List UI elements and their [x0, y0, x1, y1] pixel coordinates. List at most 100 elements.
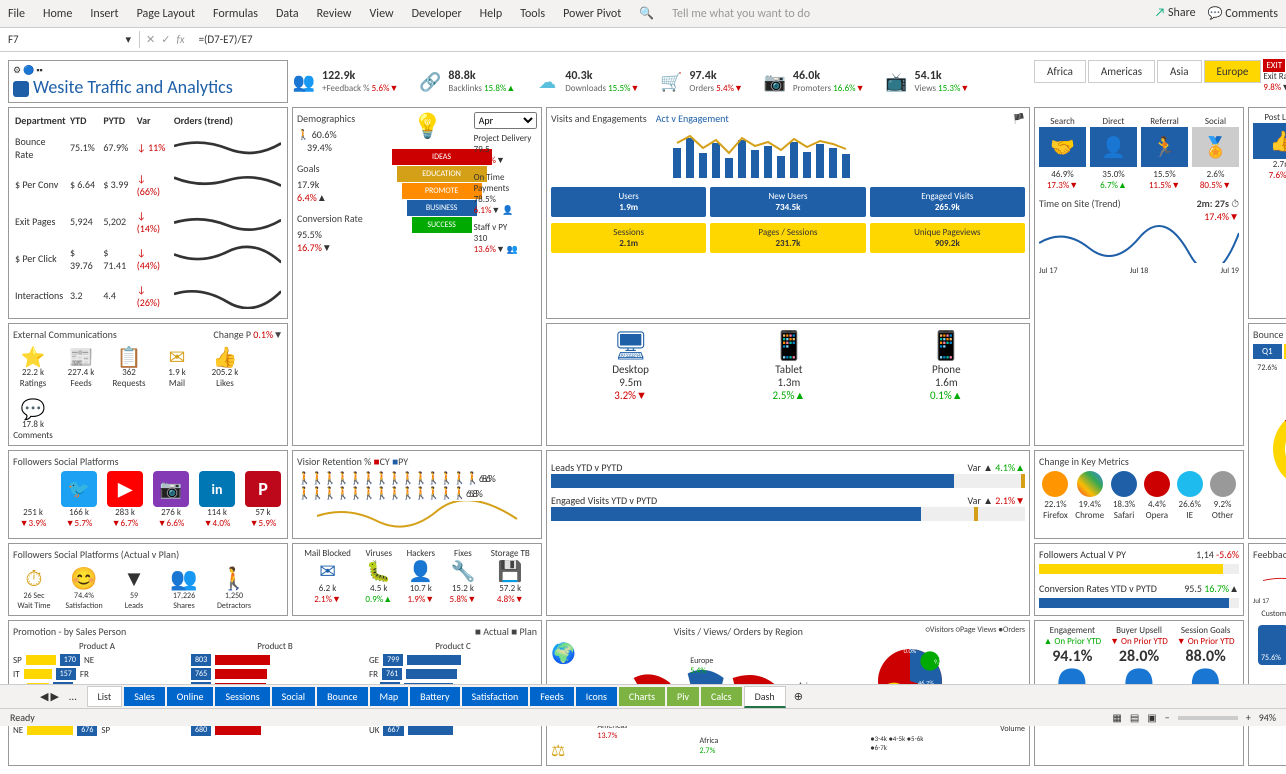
stat-pages: Pages / Sessions231.7k: [710, 223, 865, 253]
fx-icon[interactable]: fx: [176, 33, 184, 46]
ref-social: Social🏅2.6%80.5%▼: [1192, 116, 1239, 191]
sheet-sales[interactable]: Sales: [124, 687, 165, 706]
devices-panel: 🖥Desktop9.5m3.2%▼ 📱Tablet1.3m2.5%▲ 📱Phon…: [546, 323, 1030, 446]
sheet-calcs[interactable]: Calcs: [701, 687, 742, 706]
ref-search: Search🤝46.9%17.3%▼: [1039, 116, 1086, 191]
device-desktop: 🖥Desktop9.5m3.2%▼: [612, 328, 649, 402]
ribbon-data[interactable]: Data: [276, 7, 299, 21]
dept-table: DepartmentYTDPYTDVarOrders (trend) Bounc…: [8, 107, 288, 319]
sheet-social[interactable]: Social: [272, 687, 315, 706]
browsers-panel: Change in Key Metrics 22.1%Firefox 19.4%…: [1034, 450, 1244, 539]
mail-panel: Mail Blocked✉6.2 k2.1%▼ Viruses🐛4.5 k0.9…: [292, 543, 542, 616]
add-sheet[interactable]: ⊕: [794, 690, 803, 703]
followers-actual-panel: Followers Social Platforms (Actual v Pla…: [8, 543, 288, 616]
sheet-satisfaction[interactable]: Satisfaction: [462, 687, 529, 706]
share-button[interactable]: ↗ Share: [1155, 6, 1196, 21]
name-box[interactable]: F7▾: [0, 31, 140, 48]
sheet-battery[interactable]: Battery: [410, 687, 459, 706]
sheet-list[interactable]: List: [87, 686, 123, 707]
comm-likes: 👍205.2 kLikes: [205, 345, 245, 389]
bounce-panel: Bounce Rate Q1 Q2 Q3 Q4 72.6% 84.5% 73.0…: [1248, 323, 1286, 539]
comm-comments: 💬17.8 kComments: [13, 397, 53, 441]
metric-downloads: ☁40.3kDownloads 15.5%▼: [535, 69, 639, 94]
metric-feedback: 👥122.9k+Feedback % 5.6%▼: [292, 69, 398, 94]
region-asia[interactable]: Asia: [1157, 60, 1201, 83]
visits-panel: Visits and Engagements Act v Engagement …: [546, 107, 1030, 319]
sheet-sessions[interactable]: Sessions: [215, 687, 269, 706]
dashboard-title: Wesite Traffic and Analytics: [13, 76, 283, 98]
ribbon-powerpivot[interactable]: Power Pivot: [563, 7, 621, 21]
sheet-feeds[interactable]: Feeds: [530, 687, 574, 706]
svg-text:9.3%: 9.3%: [934, 658, 945, 665]
table-row: $ Per Conv$ 6.64$ 3.99↓ (66%): [13, 166, 283, 203]
sheet-tabs: ◀ ▶ … List Sales Online Sessions Social …: [0, 684, 1286, 708]
zoom-level[interactable]: 94%: [1259, 711, 1276, 724]
zoom-out[interactable]: −: [1165, 711, 1170, 724]
sheet-icons[interactable]: Icons: [576, 687, 617, 706]
ribbon-help[interactable]: Help: [480, 7, 503, 21]
bounce-donut-icon: [1273, 409, 1286, 489]
enter-icon[interactable]: ✓: [161, 33, 170, 46]
formula-bar: F7▾ ✕ ✓ fx =(D7-E7)/E7: [0, 28, 1286, 52]
leads-panel: Leads YTD v PYTD Var ▲ 4.1%▲ Engaged Vis…: [546, 450, 1030, 616]
nav-prev[interactable]: ◀: [40, 690, 48, 703]
view-break[interactable]: ▣: [1147, 711, 1156, 724]
ribbon-developer[interactable]: Developer: [412, 7, 462, 21]
table-row: Interactions3.24.4↓ (26%): [13, 277, 283, 314]
month-select[interactable]: Apr: [474, 112, 537, 129]
cancel-icon[interactable]: ✕: [146, 33, 155, 46]
ribbon-insert[interactable]: Insert: [90, 7, 118, 21]
ref-direct: Direct👤35.0%6.7%▲: [1090, 116, 1137, 191]
ribbon-home[interactable]: Home: [43, 7, 72, 21]
formula-input[interactable]: =(D7-E7)/E7: [191, 31, 1286, 48]
comm-feeds: 📰227.4 kFeeds: [61, 345, 101, 389]
stat-unique: Unique Pageviews909.2k: [870, 223, 1025, 253]
ribbon-view[interactable]: View: [370, 7, 394, 21]
comm-requests: 📋362Requests: [109, 345, 149, 389]
social-instagram: 📷276 k▼6.6%: [151, 471, 191, 529]
visitor-retention: Visior Retention % ■CY ■PY 🚶🚶🚶🚶🚶🚶🚶🚶🚶🚶🚶🚶🚶…: [292, 450, 542, 539]
comments-button[interactable]: 💬 Comments: [1208, 6, 1278, 21]
metric-promoters: 📷46.0kPromoters 16.6%▼: [763, 69, 865, 94]
comm-mail: ✉1.9 kMail: [157, 345, 197, 389]
metric-orders: 🛒97.4kOrders 5.4%▼: [659, 69, 743, 94]
title-panel: ⚙ 🔵 ▪▪ Wesite Traffic and Analytics: [8, 60, 288, 103]
stat-sessions: Sessions2.1m: [551, 223, 706, 253]
feedback-panel: Feebback - Trend 🏃 Jul 17Jul 18Jul 19 Cu…: [1248, 543, 1286, 766]
stat-engaged: Engaged Visits265.9k: [870, 187, 1025, 217]
region-americas[interactable]: Americas: [1088, 60, 1155, 83]
social-youtube: ▶283 k▼6.7%: [105, 471, 145, 529]
stat-newusers: New Users734.5k: [710, 187, 865, 217]
post-panel: Post Likes👍2.7m7.6%▼ Comments💬327.7k8.4%…: [1248, 107, 1286, 319]
ribbon-tools[interactable]: Tools: [520, 7, 545, 21]
sheet-piv[interactable]: Piv: [667, 687, 699, 706]
social-pinterest: P57 k▼5.9%: [243, 471, 283, 529]
status-bar: Ready ▦ ▤ ▣ − + 94%: [0, 708, 1286, 726]
zoom-in[interactable]: +: [1246, 711, 1251, 724]
sheet-online[interactable]: Online: [167, 687, 214, 706]
metric-backlinks: 🔗88.8kBacklinks 15.8%▲: [418, 69, 515, 94]
sheet-bounce[interactable]: Bounce: [317, 687, 367, 706]
view-normal[interactable]: ▦: [1112, 711, 1121, 724]
sheet-dash[interactable]: Dash: [744, 686, 786, 708]
sheet-charts[interactable]: Charts: [619, 687, 665, 706]
table-row: Bounce Rate75.1%67.9%↓ 11%: [13, 129, 283, 166]
table-row: $ Per Click$ 39.76$ 71.41↓ (44%): [13, 240, 283, 277]
conv-panel: Followers Actual V PY 1,14 -5.6% Convers…: [1034, 543, 1244, 616]
ribbon-review[interactable]: Review: [317, 7, 352, 21]
ribbon-file[interactable]: File: [8, 7, 25, 21]
table-row: Exit Pages5,9245,202↓ (14%): [13, 203, 283, 240]
view-page[interactable]: ▤: [1130, 711, 1139, 724]
ribbon-formulas[interactable]: Formulas: [213, 7, 258, 21]
sheet-map[interactable]: Map: [370, 687, 409, 706]
tellme[interactable]: Tell me what you want to do: [672, 7, 810, 21]
region-africa[interactable]: Africa: [1034, 60, 1086, 83]
metric-views: 📺54.1kViews 15.3%▼: [884, 69, 969, 94]
ribbon-pagelayout[interactable]: Page Layout: [137, 7, 195, 21]
region-tabs: Africa Americas Asia Europe EXIT 26.8% 📋…: [1034, 60, 1286, 103]
region-europe[interactable]: Europe: [1204, 60, 1262, 83]
social-facebook: f251 k▼3.9%: [13, 471, 53, 529]
device-tablet: 📱Tablet1.3m2.5%▲: [771, 328, 806, 402]
nav-next[interactable]: ▶: [50, 690, 58, 703]
social-panel: Followers Social Platforms f251 k▼3.9% 🐦…: [8, 450, 288, 539]
